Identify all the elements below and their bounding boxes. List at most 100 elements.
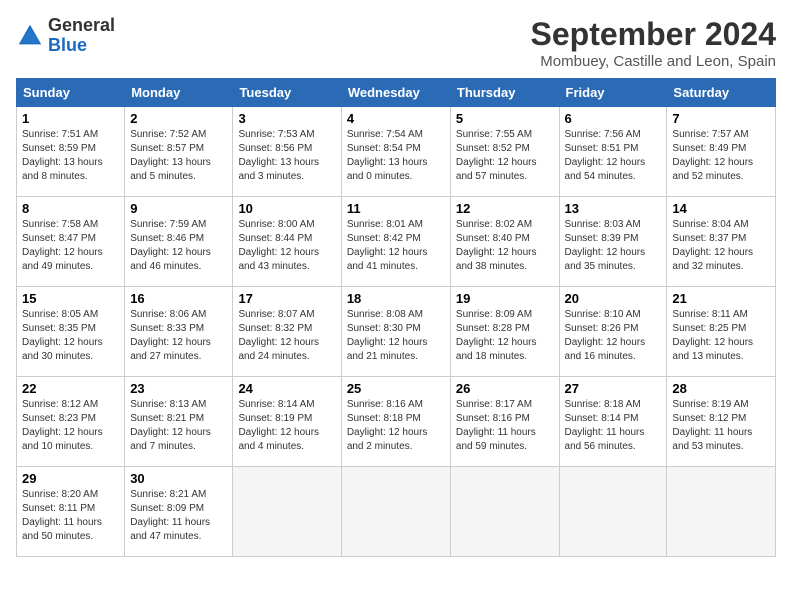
day-number: 22 — [22, 381, 119, 396]
week-row-1: 1 Sunrise: 7:51 AMSunset: 8:59 PMDaylight… — [17, 107, 776, 197]
day-info: Sunrise: 8:12 AMSunset: 8:23 PMDaylight:… — [22, 398, 119, 454]
calendar-cell: 30 Sunrise: 8:21 AMSunset: 8:09 PMDayligh… — [125, 467, 233, 557]
calendar-cell: 24 Sunrise: 8:14 AMSunset: 8:19 PMDayligh… — [233, 377, 341, 467]
day-info: Sunrise: 8:07 AMSunset: 8:32 PMDaylight:… — [238, 308, 335, 364]
day-info: Sunrise: 7:56 AMSunset: 8:51 PMDaylight:… — [565, 128, 662, 184]
calendar-table: SundayMondayTuesdayWednesdayThursdayFrid… — [16, 78, 776, 557]
calendar-cell: 20 Sunrise: 8:10 AMSunset: 8:26 PMDayligh… — [559, 287, 667, 377]
week-row-3: 15 Sunrise: 8:05 AMSunset: 8:35 PMDayligh… — [17, 287, 776, 377]
day-info: Sunrise: 8:16 AMSunset: 8:18 PMDaylight:… — [347, 398, 445, 454]
day-number: 7 — [672, 111, 770, 126]
calendar-cell: 4 Sunrise: 7:54 AMSunset: 8:54 PMDaylight… — [341, 107, 450, 197]
calendar-cell: 13 Sunrise: 8:03 AMSunset: 8:39 PMDayligh… — [559, 197, 667, 287]
calendar-cell: 2 Sunrise: 7:52 AMSunset: 8:57 PMDaylight… — [125, 107, 233, 197]
weekday-header-tuesday: Tuesday — [233, 79, 341, 107]
calendar-cell: 15 Sunrise: 8:05 AMSunset: 8:35 PMDayligh… — [17, 287, 125, 377]
day-number: 1 — [22, 111, 119, 126]
day-number: 27 — [565, 381, 662, 396]
weekday-header-monday: Monday — [125, 79, 233, 107]
day-number: 10 — [238, 201, 335, 216]
day-number: 26 — [456, 381, 554, 396]
weekday-header-wednesday: Wednesday — [341, 79, 450, 107]
day-info: Sunrise: 8:21 AMSunset: 8:09 PMDaylight:… — [130, 488, 227, 544]
calendar-cell: 1 Sunrise: 7:51 AMSunset: 8:59 PMDaylight… — [17, 107, 125, 197]
calendar-cell: 22 Sunrise: 8:12 AMSunset: 8:23 PMDayligh… — [17, 377, 125, 467]
day-number: 16 — [130, 291, 227, 306]
calendar-cell — [667, 467, 776, 557]
day-number: 15 — [22, 291, 119, 306]
day-info: Sunrise: 8:20 AMSunset: 8:11 PMDaylight:… — [22, 488, 119, 544]
day-number: 9 — [130, 201, 227, 216]
month-title: September 2024 — [531, 16, 776, 53]
day-info: Sunrise: 7:55 AMSunset: 8:52 PMDaylight:… — [456, 128, 554, 184]
day-number: 2 — [130, 111, 227, 126]
week-row-5: 29 Sunrise: 8:20 AMSunset: 8:11 PMDayligh… — [17, 467, 776, 557]
day-info: Sunrise: 8:09 AMSunset: 8:28 PMDaylight:… — [456, 308, 554, 364]
day-info: Sunrise: 8:11 AMSunset: 8:25 PMDaylight:… — [672, 308, 770, 364]
day-info: Sunrise: 8:13 AMSunset: 8:21 PMDaylight:… — [130, 398, 227, 454]
day-number: 25 — [347, 381, 445, 396]
day-info: Sunrise: 8:08 AMSunset: 8:30 PMDaylight:… — [347, 308, 445, 364]
day-info: Sunrise: 7:53 AMSunset: 8:56 PMDaylight:… — [238, 128, 335, 184]
calendar-cell — [450, 467, 559, 557]
day-number: 28 — [672, 381, 770, 396]
day-number: 17 — [238, 291, 335, 306]
weekday-header-sunday: Sunday — [17, 79, 125, 107]
calendar-cell: 25 Sunrise: 8:16 AMSunset: 8:18 PMDayligh… — [341, 377, 450, 467]
calendar-cell — [233, 467, 341, 557]
calendar-cell: 10 Sunrise: 8:00 AMSunset: 8:44 PMDayligh… — [233, 197, 341, 287]
day-number: 24 — [238, 381, 335, 396]
calendar-cell: 19 Sunrise: 8:09 AMSunset: 8:28 PMDayligh… — [450, 287, 559, 377]
day-number: 3 — [238, 111, 335, 126]
calendar-cell: 29 Sunrise: 8:20 AMSunset: 8:11 PMDayligh… — [17, 467, 125, 557]
day-number: 20 — [565, 291, 662, 306]
day-info: Sunrise: 7:58 AMSunset: 8:47 PMDaylight:… — [22, 218, 119, 274]
calendar-cell: 3 Sunrise: 7:53 AMSunset: 8:56 PMDaylight… — [233, 107, 341, 197]
calendar-cell: 27Sunrise: 8:18 AMSunset: 8:14 PMDayligh… — [559, 377, 667, 467]
day-info: Sunrise: 8:05 AMSunset: 8:35 PMDaylight:… — [22, 308, 119, 364]
weekday-header-row: SundayMondayTuesdayWednesdayThursdayFrid… — [17, 79, 776, 107]
calendar-cell — [559, 467, 667, 557]
calendar-cell: 18Sunrise: 8:08 AMSunset: 8:30 PMDayligh… — [341, 287, 450, 377]
day-info: Sunrise: 8:04 AMSunset: 8:37 PMDaylight:… — [672, 218, 770, 274]
calendar-cell: 21 Sunrise: 8:11 AMSunset: 8:25 PMDayligh… — [667, 287, 776, 377]
day-info: Sunrise: 8:02 AMSunset: 8:40 PMDaylight:… — [456, 218, 554, 274]
day-info: Sunrise: 8:00 AMSunset: 8:44 PMDaylight:… — [238, 218, 335, 274]
calendar-cell: 9 Sunrise: 7:59 AMSunset: 8:46 PMDaylight… — [125, 197, 233, 287]
calendar-cell: 6 Sunrise: 7:56 AMSunset: 8:51 PMDaylight… — [559, 107, 667, 197]
day-number: 30 — [130, 471, 227, 486]
day-number: 8 — [22, 201, 119, 216]
calendar-cell: 12 Sunrise: 8:02 AMSunset: 8:40 PMDayligh… — [450, 197, 559, 287]
day-number: 21 — [672, 291, 770, 306]
day-info: Sunrise: 8:03 AMSunset: 8:39 PMDaylight:… — [565, 218, 662, 274]
calendar-cell: 28 Sunrise: 8:19 AMSunset: 8:12 PMDayligh… — [667, 377, 776, 467]
day-number: 11 — [347, 201, 445, 216]
day-number: 29 — [22, 471, 119, 486]
day-info: Sunrise: 8:10 AMSunset: 8:26 PMDaylight:… — [565, 308, 662, 364]
calendar-cell: 8 Sunrise: 7:58 AMSunset: 8:47 PMDaylight… — [17, 197, 125, 287]
day-number: 6 — [565, 111, 662, 126]
day-info: Sunrise: 7:59 AMSunset: 8:46 PMDaylight:… — [130, 218, 227, 274]
day-number: 13 — [565, 201, 662, 216]
day-info: Sunrise: 7:51 AMSunset: 8:59 PMDaylight:… — [22, 128, 119, 184]
day-number: 12 — [456, 201, 554, 216]
day-info: Sunrise: 7:54 AMSunset: 8:54 PMDaylight:… — [347, 128, 445, 184]
week-row-4: 22 Sunrise: 8:12 AMSunset: 8:23 PMDayligh… — [17, 377, 776, 467]
logo-icon — [16, 22, 44, 50]
day-info: Sunrise: 7:52 AMSunset: 8:57 PMDaylight:… — [130, 128, 227, 184]
day-number: 4 — [347, 111, 445, 126]
day-number: 5 — [456, 111, 554, 126]
calendar-cell: 7Sunrise: 7:57 AMSunset: 8:49 PMDaylight… — [667, 107, 776, 197]
day-number: 14 — [672, 201, 770, 216]
day-info: Sunrise: 8:19 AMSunset: 8:12 PMDaylight:… — [672, 398, 770, 454]
day-info: Sunrise: 8:14 AMSunset: 8:19 PMDaylight:… — [238, 398, 335, 454]
week-row-2: 8 Sunrise: 7:58 AMSunset: 8:47 PMDaylight… — [17, 197, 776, 287]
calendar-cell: 17 Sunrise: 8:07 AMSunset: 8:32 PMDayligh… — [233, 287, 341, 377]
title-area: September 2024 Mombuey, Castille and Leo… — [531, 16, 776, 70]
logo: GeneralBlue — [16, 16, 115, 56]
calendar-cell: 11Sunrise: 8:01 AMSunset: 8:42 PMDayligh… — [341, 197, 450, 287]
day-info: Sunrise: 8:06 AMSunset: 8:33 PMDaylight:… — [130, 308, 227, 364]
calendar-cell: 16 Sunrise: 8:06 AMSunset: 8:33 PMDayligh… — [125, 287, 233, 377]
day-number: 23 — [130, 381, 227, 396]
day-number: 19 — [456, 291, 554, 306]
